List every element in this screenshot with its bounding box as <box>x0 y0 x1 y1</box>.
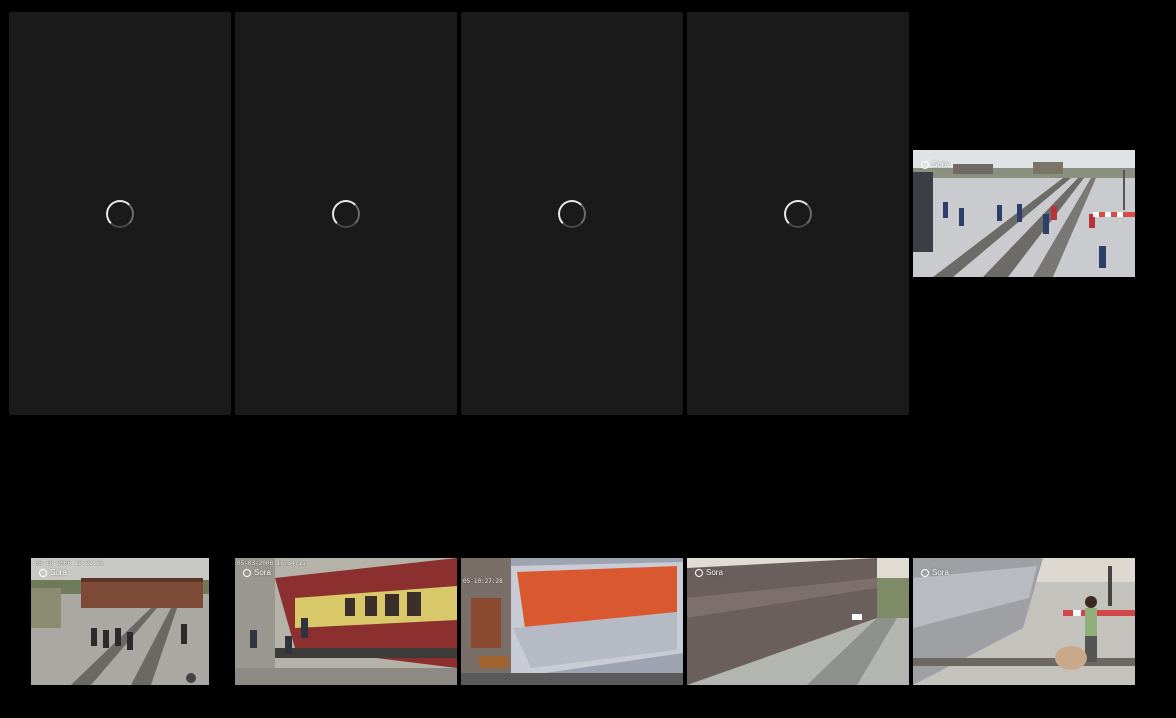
sora-logo-icon <box>921 568 929 577</box>
sora-logo-icon <box>695 568 703 577</box>
thumbnail-image <box>913 558 1135 685</box>
sora-badge: Sora <box>695 568 723 577</box>
sora-badge: Sora <box>243 568 271 577</box>
video-thumbnail-passenger-train[interactable]: 05-03-2006 16:34:15 Sora <box>235 558 457 685</box>
sora-badge: Sora <box>39 568 67 577</box>
loading-tile-4[interactable] <box>687 12 909 415</box>
video-thumbnail-crossing-man[interactable]: Sora <box>913 558 1135 685</box>
video-gallery: Sora 05-10-2006 12:22:25 Sora 05-03-2006… <box>0 0 1176 718</box>
spinner-icon <box>558 199 586 228</box>
loading-tile-3[interactable] <box>461 12 683 415</box>
loading-tile-2[interactable] <box>235 12 457 415</box>
badge-label: Sora <box>706 568 723 577</box>
badge-label: Sora <box>254 568 271 577</box>
video-thumbnail-freight-train[interactable]: 05-10-2006 12:22:25 Sora <box>31 558 209 685</box>
spinner-icon <box>332 199 360 228</box>
spinner-icon <box>784 199 812 228</box>
badge-label: Sora <box>50 568 67 577</box>
thumbnail-image <box>235 558 457 685</box>
timestamp: 05 10:27:28 <box>463 578 503 585</box>
sora-logo-icon <box>243 568 251 577</box>
badge-label: Sora <box>932 568 949 577</box>
spinner-icon <box>106 199 134 228</box>
thumbnail-image <box>913 150 1135 277</box>
thumbnail-image <box>31 558 209 685</box>
sora-badge: Sora <box>921 160 949 169</box>
sora-badge: Sora <box>921 568 949 577</box>
loading-tile-1[interactable] <box>9 12 231 415</box>
badge-label: Sora <box>932 160 949 169</box>
video-thumbnail-moving-train[interactable]: Sora <box>687 558 909 685</box>
video-thumbnail-crossing[interactable]: Sora <box>913 150 1135 277</box>
sora-logo-icon <box>39 568 47 577</box>
timestamp: 05-10-2006 12:22:25 <box>35 560 104 567</box>
thumbnail-image <box>687 558 909 685</box>
video-thumbnail-orange-train[interactable]: 05 10:27:28 <box>461 558 683 685</box>
timestamp: 05-03-2006 16:34:15 <box>237 560 306 567</box>
sora-logo-icon <box>921 160 929 169</box>
